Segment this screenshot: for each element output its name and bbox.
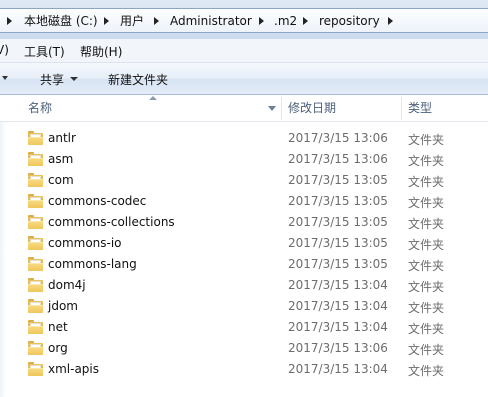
list-item[interactable]: antlr 2017/3/15 13:06 文件夹 (0, 128, 488, 149)
file-name: jdom (48, 299, 78, 313)
breadcrumb-separator-icon[interactable] (387, 13, 395, 29)
address-bar[interactable]: 本地磁盘 (C:) 用户 Administrator .m2 repositor… (0, 8, 488, 33)
file-type: 文件夹 (408, 322, 445, 336)
file-type: 文件夹 (408, 154, 445, 168)
breadcrumb-separator-icon[interactable] (103, 13, 111, 29)
breadcrumb-separator-icon[interactable] (302, 13, 310, 29)
file-name: com (48, 173, 74, 187)
folder-icon (28, 215, 43, 229)
file-name: net (48, 320, 68, 334)
column-name[interactable]: 名称 (28, 95, 52, 122)
file-date: 2017/3/15 13:06 (288, 341, 388, 355)
column-header: 名称 修改日期 类型 (0, 95, 488, 122)
file-type: 文件夹 (408, 343, 445, 357)
folder-icon (28, 320, 43, 334)
list-item[interactable]: dom4j 2017/3/15 13:04 文件夹 (0, 275, 488, 296)
list-item[interactable]: net 2017/3/15 13:04 文件夹 (0, 317, 488, 338)
organize-dropdown-icon[interactable] (2, 76, 8, 80)
file-name: commons-codec (48, 194, 147, 208)
breadcrumb-separator-icon[interactable] (6, 13, 14, 29)
list-item[interactable]: commons-collections 2017/3/15 13:05 文件夹 (0, 212, 488, 233)
command-bar: 共享 新建文件夹 (0, 63, 488, 95)
file-type: 文件夹 (408, 238, 445, 252)
file-date: 2017/3/15 13:05 (288, 194, 388, 208)
column-modified[interactable]: 修改日期 (288, 95, 336, 122)
column-type[interactable]: 类型 (408, 95, 432, 122)
file-name: commons-lang (48, 257, 137, 271)
file-name: org (48, 341, 68, 355)
menu-help[interactable]: 帮助(H) (80, 43, 122, 60)
share-button[interactable]: 共享 (40, 71, 64, 88)
column-filter-dropdown-icon[interactable] (268, 106, 276, 111)
folder-icon (28, 257, 43, 271)
new-folder-button[interactable]: 新建文件夹 (108, 71, 168, 88)
breadcrumb-local-disk[interactable]: 本地磁盘 (C:) (24, 13, 98, 29)
file-date: 2017/3/15 13:04 (288, 278, 388, 292)
list-item[interactable]: com 2017/3/15 13:05 文件夹 (0, 170, 488, 191)
folder-icon (28, 173, 43, 187)
file-type: 文件夹 (408, 280, 445, 294)
list-item[interactable]: xml-apis 2017/3/15 13:04 文件夹 (0, 359, 488, 380)
folder-icon (28, 362, 43, 376)
folder-icon (28, 278, 43, 292)
file-date: 2017/3/15 13:06 (288, 152, 388, 166)
list-item[interactable]: commons-io 2017/3/15 13:05 文件夹 (0, 233, 488, 254)
address-bar-area: 本地磁盘 (C:) 用户 Administrator .m2 repositor… (0, 0, 488, 39)
breadcrumb-m2[interactable]: .m2 (274, 13, 297, 29)
menu-tools[interactable]: 工具(T) (24, 43, 65, 60)
breadcrumb-administrator[interactable]: Administrator (170, 13, 252, 29)
file-type: 文件夹 (408, 364, 445, 378)
file-date: 2017/3/15 13:05 (288, 257, 388, 271)
file-date: 2017/3/15 13:04 (288, 299, 388, 313)
menu-view[interactable]: V) (0, 43, 9, 57)
column-divider[interactable] (281, 97, 282, 120)
list-item[interactable]: commons-lang 2017/3/15 13:05 文件夹 (0, 254, 488, 275)
sort-ascending-icon (149, 96, 157, 100)
file-date: 2017/3/15 13:04 (288, 320, 388, 334)
file-type: 文件夹 (408, 217, 445, 231)
file-date: 2017/3/15 13:05 (288, 173, 388, 187)
column-divider[interactable] (401, 97, 402, 120)
file-date: 2017/3/15 13:06 (288, 131, 388, 145)
folder-icon (28, 194, 43, 208)
file-name: asm (48, 152, 74, 166)
file-type: 文件夹 (408, 301, 445, 315)
breadcrumb-separator-icon[interactable] (153, 13, 161, 29)
file-type: 文件夹 (408, 133, 445, 147)
file-date: 2017/3/15 13:04 (288, 362, 388, 376)
file-name: xml-apis (48, 362, 100, 376)
file-type: 文件夹 (408, 196, 445, 210)
file-type: 文件夹 (408, 259, 445, 273)
file-type: 文件夹 (408, 175, 445, 189)
menu-bar: V) 工具(T) 帮助(H) (0, 39, 488, 63)
folder-icon (28, 236, 43, 250)
breadcrumb-users[interactable]: 用户 (120, 13, 144, 29)
list-item[interactable]: commons-codec 2017/3/15 13:05 文件夹 (0, 191, 488, 212)
list-item[interactable]: org 2017/3/15 13:06 文件夹 (0, 338, 488, 359)
share-dropdown-icon[interactable] (70, 77, 78, 81)
file-name: dom4j (48, 278, 86, 292)
folder-icon (28, 131, 43, 145)
folder-icon (28, 341, 43, 355)
folder-icon (28, 299, 43, 313)
list-item[interactable]: asm 2017/3/15 13:06 文件夹 (0, 149, 488, 170)
file-name: commons-collections (48, 215, 175, 229)
breadcrumb-separator-icon[interactable] (258, 13, 266, 29)
file-name: commons-io (48, 236, 122, 250)
file-date: 2017/3/15 13:05 (288, 215, 388, 229)
list-item[interactable]: jdom 2017/3/15 13:04 文件夹 (0, 296, 488, 317)
breadcrumb-repository[interactable]: repository (319, 13, 380, 29)
file-name: antlr (48, 131, 76, 145)
folder-icon (28, 152, 43, 166)
file-date: 2017/3/15 13:05 (288, 236, 388, 250)
